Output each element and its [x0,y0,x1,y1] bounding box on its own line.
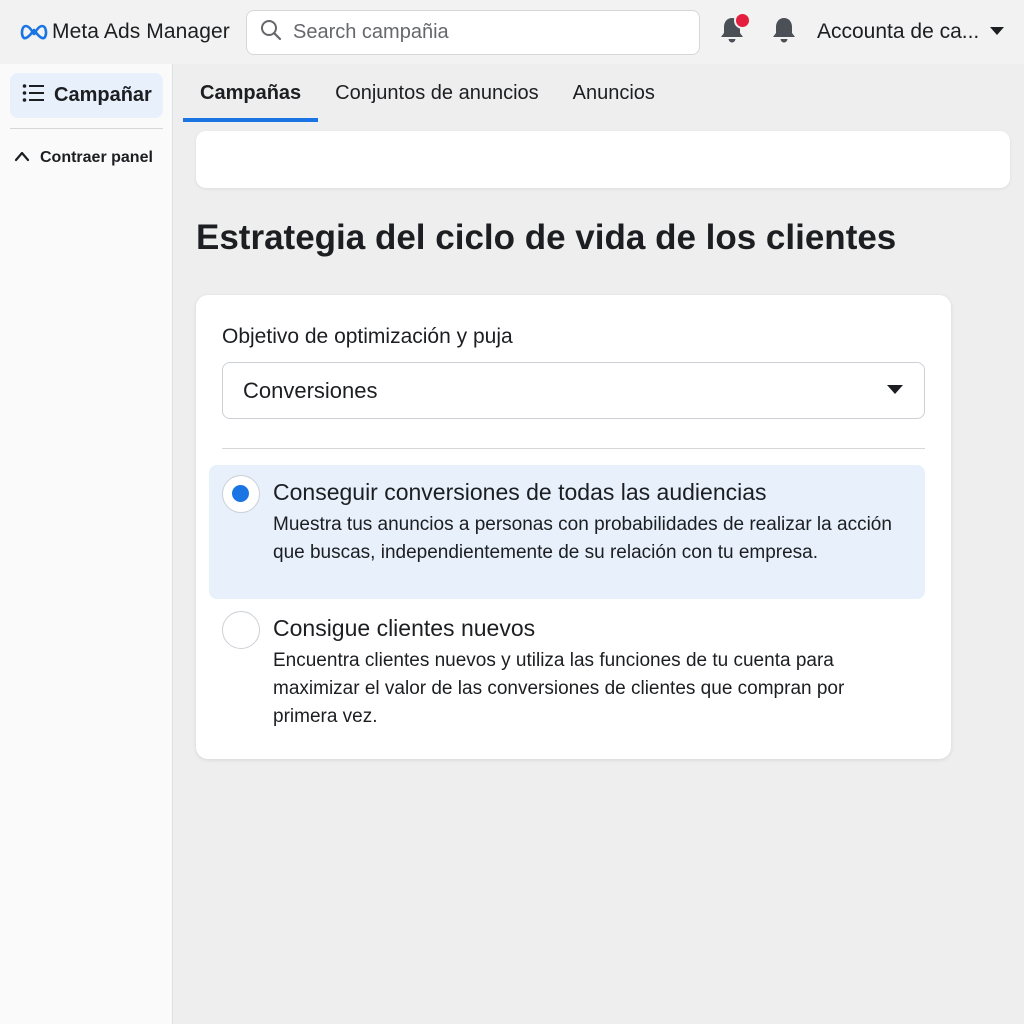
sidebar: Campañar Contraer panel [0,64,173,1024]
search-box[interactable] [246,10,700,55]
option-description: Muestra tus anuncios a personas con prob… [273,514,892,563]
section-title: Estrategia del ciclo de vida de los clie… [196,218,897,257]
option-title: Conseguir conversiones de todas las audi… [273,479,767,505]
chevron-up-icon [14,149,30,167]
select-value: Conversiones [243,377,378,403]
radio-button[interactable] [222,611,260,649]
optimization-select[interactable]: Conversiones [222,362,925,419]
radio-button[interactable] [222,475,260,513]
option-title: Consigue clientes nuevos [273,615,536,641]
sidebar-item-label: Campañar [54,84,152,106]
brand-name: Meta Ads Manager [52,20,230,43]
sidebar-item-campaigns[interactable]: Campañar [10,73,163,118]
collapse-panel-label: Contraer panel [40,149,153,166]
tab-ad-sets[interactable]: Conjuntos de anuncios [318,64,555,122]
bell-icon [771,16,797,49]
account-selector[interactable]: Accounta de ca... [817,16,1007,48]
option-description: Encuentra clientes nuevos y utiliza las … [273,650,845,727]
caret-down-icon [886,382,904,400]
list-icon [22,83,44,108]
meta-logo-icon [20,23,48,41]
option-all-audiences[interactable]: Conseguir conversiones de todas las audi… [209,465,925,599]
search-input[interactable] [293,21,673,44]
brand-logo[interactable]: Meta Ads Manager [20,18,230,46]
option-new-customers[interactable]: Consigue clientes nuevos Encuentra clien… [209,601,925,735]
account-name: Accounta de ca... [817,20,980,43]
sidebar-divider [10,128,163,129]
collapse-panel-button[interactable]: Contraer panel [14,146,153,170]
tab-bar: Campañas Conjuntos de anuncios Anuncios [183,64,672,122]
card-divider [222,448,925,449]
strategy-card: Objetivo de optimización y puja Conversi… [196,295,951,759]
search-icon [259,18,283,47]
tab-ads[interactable]: Anuncios [556,64,672,122]
alerts-button[interactable] [768,16,800,48]
notifications-button[interactable] [716,12,751,48]
empty-card [196,131,1010,188]
tab-campaigns[interactable]: Campañas [183,64,319,122]
notification-badge [734,12,751,29]
top-bar: Meta Ads Manager Accounta de ca. [0,0,1024,64]
caret-down-icon [989,23,1005,41]
field-label: Objetivo de optimización y puja [222,325,513,348]
